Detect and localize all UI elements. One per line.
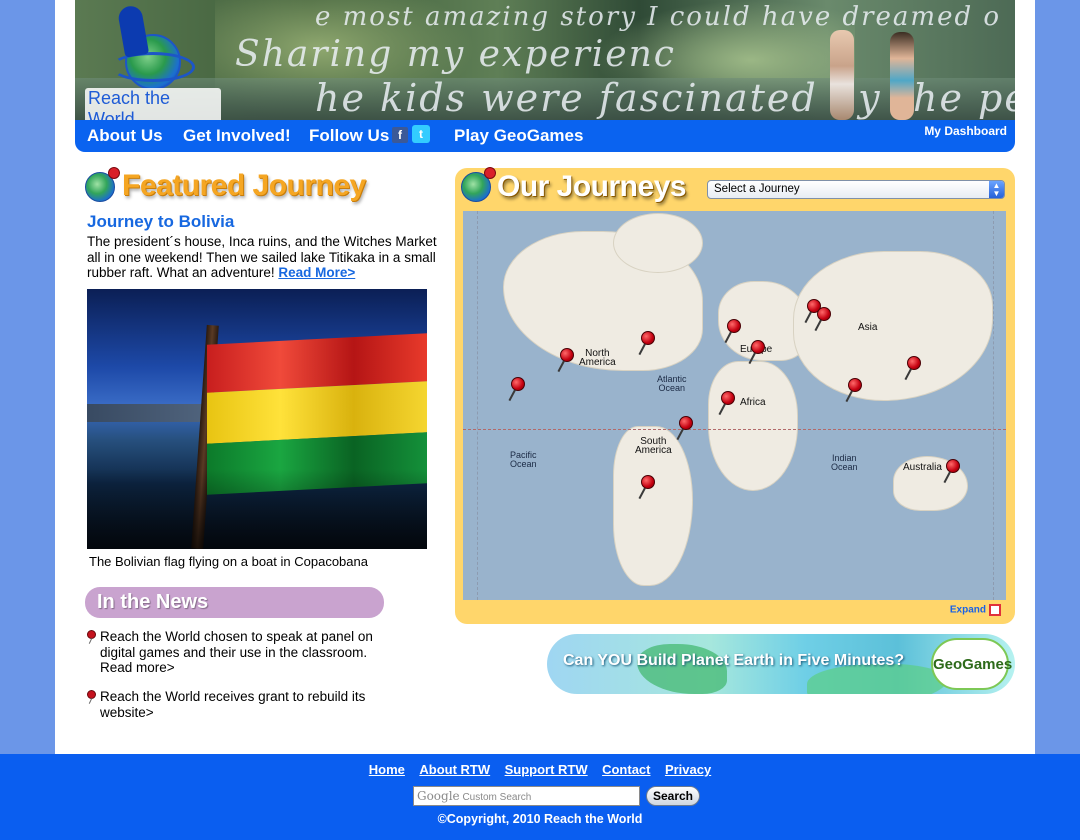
- map-land-greenland: [613, 213, 703, 273]
- person-figure: [890, 32, 914, 120]
- footer-link-about-rtw[interactable]: About RTW: [419, 762, 490, 777]
- map-meridian-line: [993, 211, 994, 600]
- footer-link-privacy[interactable]: Privacy: [665, 762, 711, 777]
- map-pin[interactable]: [751, 340, 765, 354]
- map-label-africa: Africa: [740, 397, 766, 408]
- map-pin[interactable]: [817, 307, 831, 321]
- news-item-text[interactable]: Reach the World chosen to speak at panel…: [100, 629, 373, 675]
- map-label-indian-ocean: Indian Ocean: [831, 453, 858, 472]
- news-item[interactable]: Reach the World receives grant to rebuil…: [87, 689, 377, 720]
- map-pin[interactable]: [721, 391, 735, 405]
- footer-link-home[interactable]: Home: [369, 762, 405, 777]
- footer-links: Home About RTW Support RTW Contact Priva…: [0, 761, 1080, 779]
- featured-photo-bolivian-flag[interactable]: [87, 289, 427, 549]
- news-item[interactable]: Reach the World chosen to speak at panel…: [87, 629, 377, 676]
- search-input[interactable]: Google Custom Search: [413, 786, 640, 806]
- header-banner: e most amazing story I could have dreame…: [75, 0, 1015, 120]
- map-land-africa: [708, 361, 798, 491]
- read-more-link[interactable]: Read More>: [278, 265, 355, 280]
- banner-photo-people: [820, 20, 930, 120]
- select-arrows-icon: ▲ ▼: [989, 181, 1004, 198]
- world-map[interactable]: NorthAmerica AtlanticOcean Europe Asia A…: [463, 211, 1006, 600]
- map-label-asia: Asia: [858, 322, 878, 333]
- google-brand: Google: [417, 789, 460, 803]
- expand-label: Expand: [949, 604, 986, 616]
- map-pin[interactable]: [848, 378, 862, 392]
- expand-icon: [989, 604, 1001, 616]
- map-pin[interactable]: [946, 459, 960, 473]
- our-journeys-heading: Our Journeys: [497, 170, 687, 203]
- map-pin[interactable]: [679, 416, 693, 430]
- map-label-south-america: South America: [635, 436, 672, 456]
- geogames-logo: GeoGames: [931, 638, 1012, 690]
- geogames-banner-text: Can YOU Build Planet Earth in Five Minut…: [563, 652, 905, 669]
- page-content: e most amazing story I could have dreame…: [55, 0, 1035, 754]
- featured-journey-description: The president´s house, Inca ruins, and t…: [87, 234, 437, 280]
- map-pin[interactable]: [907, 356, 921, 370]
- geogames-banner[interactable]: Can YOU Build Planet Earth in Five Minut…: [547, 634, 1015, 694]
- featured-journey-heading: Featured Journey: [122, 169, 366, 202]
- map-label-pacific-ocean: Pacific Ocean: [510, 450, 537, 469]
- journey-select-value: Select a Journey: [714, 183, 800, 195]
- globe-pin-icon: [85, 167, 120, 202]
- photo-caption: The Bolivian flag flying on a boat in Co…: [89, 554, 368, 569]
- facebook-icon[interactable]: f: [392, 127, 408, 143]
- news-item-text[interactable]: Reach the World receives grant to rebuil…: [100, 689, 365, 720]
- map-pin[interactable]: [560, 348, 574, 362]
- expand-map-button[interactable]: Expand: [950, 604, 1001, 616]
- footer-link-support-rtw[interactable]: Support RTW: [505, 762, 588, 777]
- map-label-australia: Australia: [903, 462, 942, 473]
- my-dashboard-link[interactable]: My Dashboard: [924, 124, 1007, 138]
- map-label-north-america: North America: [579, 348, 616, 368]
- globe-pin-icon: [461, 167, 496, 202]
- journey-select[interactable]: Select a Journey ▲ ▼: [707, 180, 1005, 199]
- map-pin[interactable]: [641, 475, 655, 489]
- logo-orbit-icon: [111, 52, 195, 82]
- map-pin[interactable]: [511, 377, 525, 391]
- map-equator-line: [463, 429, 1006, 430]
- search-button[interactable]: Search: [646, 786, 700, 806]
- logo-text: Reach the World: [85, 88, 221, 120]
- our-journeys-panel: Our Journeys Select a Journey ▲ ▼ North Am…: [455, 167, 1015, 624]
- pushpin-icon: [87, 630, 96, 639]
- map-land-asia: [793, 251, 993, 401]
- featured-journey-title[interactable]: Journey to Bolivia: [87, 212, 234, 232]
- map-pin[interactable]: [727, 319, 741, 333]
- nav-follow-us[interactable]: Follow Us: [309, 126, 389, 146]
- nav-get-involved[interactable]: Get Involved!: [183, 126, 291, 146]
- map-pin[interactable]: [641, 331, 655, 345]
- main-nav: About Us Get Involved! Follow Us f t Pla…: [75, 120, 1015, 152]
- featured-journey-text: The president´s house, Inca ruins, and t…: [87, 234, 437, 281]
- map-meridian-line: [477, 211, 478, 600]
- footer-link-contact[interactable]: Contact: [602, 762, 650, 777]
- twitter-icon[interactable]: t: [412, 125, 430, 143]
- person-figure: [830, 30, 854, 120]
- banner-script-line-2: Sharing my experienc: [235, 34, 676, 75]
- nav-about-us[interactable]: About Us: [87, 126, 163, 146]
- copyright-text: ©Copyright, 2010 Reach the World: [437, 812, 643, 826]
- pushpin-icon: [87, 690, 96, 699]
- in-the-news-heading: In the News: [85, 587, 384, 618]
- search-placeholder: Custom Search: [462, 792, 532, 803]
- logo-runner-icon: [116, 4, 150, 58]
- map-label-atlantic-ocean: Atlantic Ocean: [657, 374, 687, 393]
- site-logo[interactable]: Reach the World: [81, 4, 221, 120]
- photo-shadow: [87, 469, 427, 549]
- nav-play-geogames[interactable]: Play GeoGames: [454, 126, 583, 146]
